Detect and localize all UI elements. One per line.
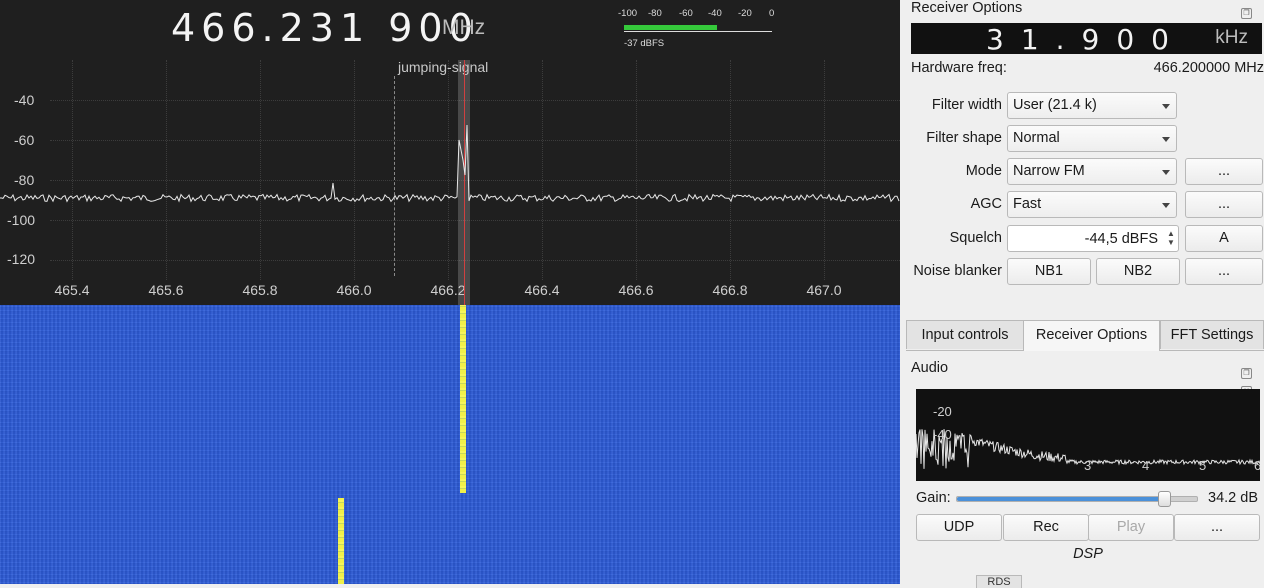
dropdown-arrow-icon xyxy=(1162,137,1170,142)
mode-options-button[interactable]: ... xyxy=(1185,158,1263,185)
squelch-spinbox[interactable]: -44,5 dBFS ▲ ▼ xyxy=(1007,225,1179,252)
gain-slider[interactable] xyxy=(956,491,1198,507)
audio-fft-label: 5 xyxy=(1199,458,1207,473)
audio-options-button[interactable]: ... xyxy=(1174,514,1260,541)
waterfall-signal-trace xyxy=(460,305,466,493)
audio-fft-plot: -20 -40 3 4 5 6 xyxy=(916,389,1260,481)
audio-fft-label: 4 xyxy=(1142,458,1150,473)
audio-title: Audio xyxy=(911,360,949,376)
filter-width-select[interactable]: User (21.4 k) xyxy=(1007,92,1177,119)
tab-input-controls[interactable]: Input controls xyxy=(906,320,1024,349)
mode-label: Mode xyxy=(965,163,1002,179)
dsp-label: DSP xyxy=(1073,546,1103,562)
audio-fft-label: 3 xyxy=(1084,458,1092,473)
filter-width-value: User (21.4 k) xyxy=(1013,97,1097,113)
gain-slider-fill xyxy=(957,497,1164,501)
frequency-offset-display[interactable]: 31.900 kHz xyxy=(911,23,1262,56)
agc-value: Fast xyxy=(1013,196,1042,212)
tab-rds[interactable]: RDS xyxy=(976,575,1022,588)
hardware-freq-value: 466.200000 MHz xyxy=(1153,60,1264,76)
play-button[interactable]: Play xyxy=(1088,514,1174,541)
hardware-freq-label: Hardware freq: xyxy=(911,60,1007,76)
spectrum-waterfall-pane[interactable]: 466.231 900 MHz -100 -80 -60 -40 -20 0 -… xyxy=(0,0,900,584)
gain-slider-handle[interactable] xyxy=(1158,491,1172,507)
spectrum-trace xyxy=(0,124,900,203)
nb1-button[interactable]: NB1 xyxy=(1007,258,1091,285)
nb-options-button[interactable]: ... xyxy=(1185,258,1263,285)
right-dock-panel: Receiver Options ❐✕ 31.900 kHz Hardware … xyxy=(902,0,1264,588)
squelch-auto-button[interactable]: A xyxy=(1185,225,1263,252)
agc-options-button[interactable]: ... xyxy=(1185,191,1263,218)
float-icon[interactable]: ❐ xyxy=(1241,8,1252,19)
waterfall-signal-trace xyxy=(338,498,344,584)
tab-receiver-options[interactable]: Receiver Options xyxy=(1023,320,1160,351)
filter-width-label: Filter width xyxy=(931,97,1002,113)
spectrum-plotter[interactable]: 466.231 900 MHz -100 -80 -60 -40 -20 0 -… xyxy=(0,0,900,305)
offset-value: 31.900 xyxy=(986,23,1186,56)
audio-fft-label: -40 xyxy=(933,427,952,442)
noise-blanker-label: Noise blanker xyxy=(913,263,1002,279)
filter-shape-select[interactable]: Normal xyxy=(1007,125,1177,152)
agc-label: AGC xyxy=(970,196,1002,212)
spin-arrows-icon[interactable]: ▲ ▼ xyxy=(1166,229,1176,247)
tab-fft-settings[interactable]: FFT Settings xyxy=(1160,320,1264,349)
mode-value: Narrow FM xyxy=(1013,163,1085,179)
record-button[interactable]: Rec xyxy=(1003,514,1089,541)
float-icon[interactable]: ❐ xyxy=(1241,368,1252,379)
udp-button[interactable]: UDP xyxy=(916,514,1002,541)
receiver-options-title: Receiver Options xyxy=(911,0,1023,16)
nb2-button[interactable]: NB2 xyxy=(1096,258,1180,285)
dock-tab-bar: Input controls Receiver Options FFT Sett… xyxy=(906,320,1264,351)
filter-shape-value: Normal xyxy=(1013,130,1060,146)
agc-select[interactable]: Fast xyxy=(1007,191,1177,218)
audio-fft-label: 6 xyxy=(1254,458,1260,473)
waterfall-display[interactable] xyxy=(0,305,900,584)
mode-select[interactable]: Narrow FM xyxy=(1007,158,1177,185)
dock-window-buttons[interactable]: ❐✕ xyxy=(1240,362,1262,397)
dropdown-arrow-icon xyxy=(1162,203,1170,208)
audio-fft-label: -20 xyxy=(933,404,952,419)
squelch-label: Squelch xyxy=(949,230,1002,246)
gain-label: Gain: xyxy=(916,490,951,506)
gain-value: 34.2 dB xyxy=(1208,490,1258,506)
dropdown-arrow-icon xyxy=(1162,170,1170,175)
filter-shape-label: Filter shape xyxy=(926,130,1002,146)
dock-window-buttons[interactable]: ❐✕ xyxy=(1240,2,1262,37)
squelch-value: -44,5 dBFS xyxy=(1084,231,1158,247)
offset-unit: kHz xyxy=(1215,27,1248,48)
dropdown-arrow-icon xyxy=(1162,104,1170,109)
